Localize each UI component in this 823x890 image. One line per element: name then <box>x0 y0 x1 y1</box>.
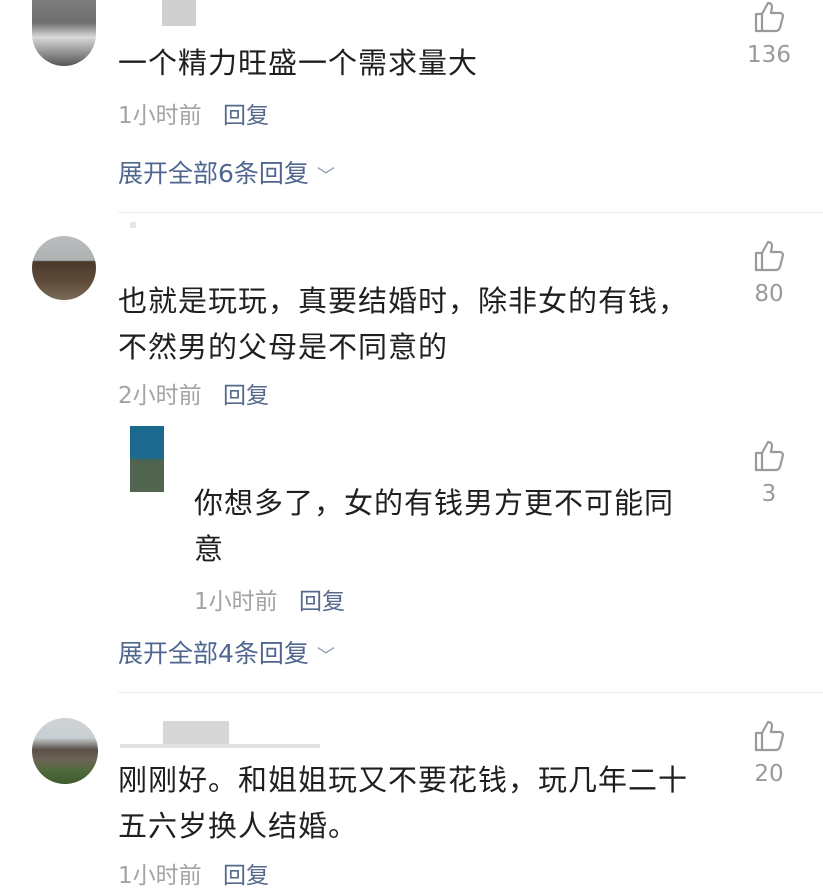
comment-text-line: 刚刚好。和姐姐玩又不要花钱，玩几年二十 <box>118 763 689 797</box>
blurred-username <box>120 744 320 748</box>
comment-text-line: 也就是玩玩，真要结婚时，除非女的有钱， <box>118 284 689 318</box>
reply-button[interactable]: 回复 <box>223 383 269 409</box>
thumbs-up-icon <box>754 1 785 33</box>
reply-meta: 1小时前 回复 <box>194 582 345 616</box>
avatar[interactable] <box>32 236 96 300</box>
chevron-down-icon: ﹀ <box>316 646 335 667</box>
thumbs-up-icon <box>754 720 785 752</box>
reply-button[interactable]: 回复 <box>223 863 269 889</box>
comment-time: 1小时前 <box>118 863 202 889</box>
like-count: 3 <box>761 481 777 507</box>
expand-replies-link[interactable]: 展开全部6条回复 ﹀ <box>118 154 335 190</box>
expand-replies-label: 展开全部6条回复 <box>118 159 309 188</box>
comment-text: 也就是玩玩，真要结婚时，除非女的有钱， 不然男的父母是不同意的 <box>118 278 688 370</box>
divider <box>118 212 823 213</box>
blurred-username <box>162 0 196 26</box>
comment-meta: 1小时前 回复 <box>118 96 269 130</box>
thumbs-up-icon <box>754 440 785 472</box>
like-button[interactable]: 3 <box>739 439 799 507</box>
blurred-username <box>130 222 136 228</box>
expand-replies-link[interactable]: 展开全部4条回复 ﹀ <box>118 634 335 670</box>
comment-text: 一个精力旺盛一个需求量大 <box>118 46 479 80</box>
comment-meta: 2小时前 回复 <box>118 376 269 410</box>
comment-meta: 1小时前 回复 <box>118 856 269 890</box>
reply-button[interactable]: 回复 <box>223 103 269 129</box>
like-button[interactable]: 20 <box>739 719 799 787</box>
comment-time: 2小时前 <box>118 383 202 409</box>
like-count: 80 <box>754 281 784 307</box>
like-button[interactable]: 80 <box>739 239 799 307</box>
avatar[interactable] <box>32 718 98 784</box>
chevron-down-icon: ﹀ <box>316 166 335 187</box>
comment-text-line: 五六岁换人结婚。 <box>118 809 359 843</box>
avatar[interactable] <box>32 0 96 66</box>
like-button[interactable]: 136 <box>739 0 799 68</box>
like-count: 136 <box>747 42 791 68</box>
comment-time: 1小时前 <box>118 103 202 129</box>
reply-button[interactable]: 回复 <box>299 589 345 615</box>
avatar[interactable] <box>130 426 164 492</box>
comment-text-line: 不然男的父母是不同意的 <box>118 330 449 364</box>
comment-text: 刚刚好。和姐姐玩又不要花钱，玩几年二十 五六岁换人结婚。 <box>118 757 688 849</box>
reply-text: 你想多了，女的有钱男方更不可能同 意 <box>194 480 674 572</box>
like-count: 20 <box>754 761 784 787</box>
reply-text-line: 你想多了，女的有钱男方更不可能同 <box>194 486 675 520</box>
divider <box>118 692 823 693</box>
reply-text-line: 意 <box>194 532 225 566</box>
expand-replies-label: 展开全部4条回复 <box>118 639 309 668</box>
thumbs-up-icon <box>754 240 785 272</box>
reply-time: 1小时前 <box>194 589 278 615</box>
